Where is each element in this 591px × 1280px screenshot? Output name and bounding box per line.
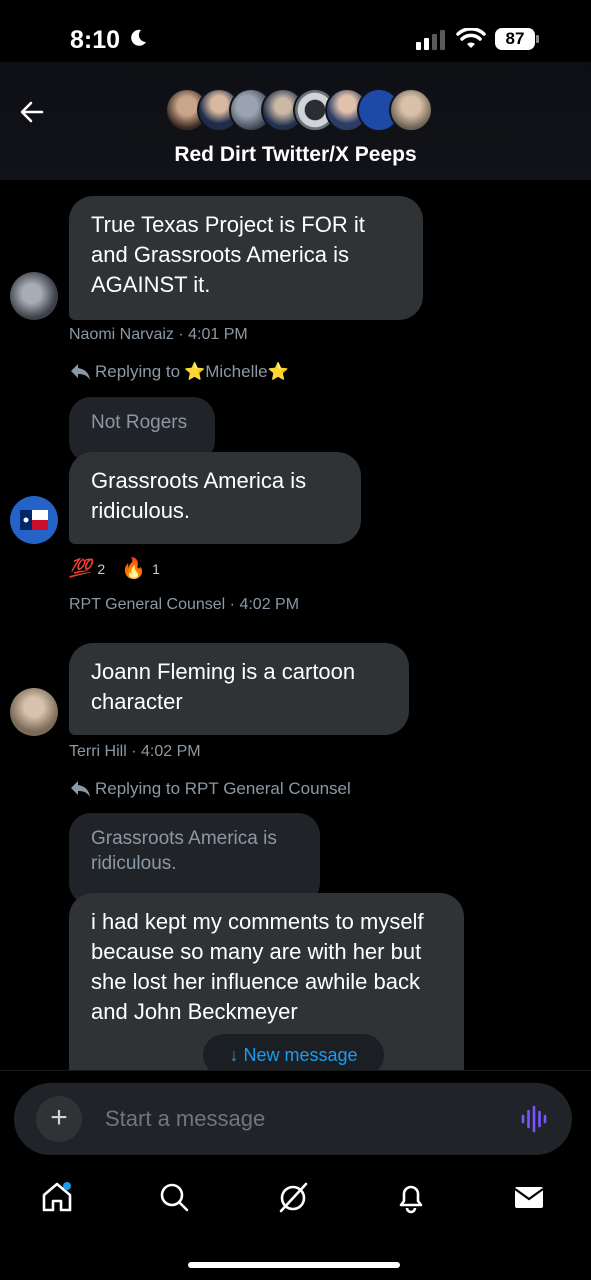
sender-avatar[interactable] xyxy=(10,272,58,320)
messages-icon[interactable] xyxy=(510,1178,548,1216)
replying-to: Replying to RPT General Counsel xyxy=(69,779,351,799)
sender-avatar[interactable] xyxy=(10,688,58,736)
fire-icon[interactable]: 🔥 xyxy=(121,556,146,581)
cellular-signal-icon xyxy=(416,30,445,50)
reply-arrow-icon xyxy=(71,781,90,797)
group-avatars[interactable] xyxy=(165,88,433,132)
grok-icon[interactable] xyxy=(274,1178,312,1216)
status-time: 8:10 xyxy=(70,26,121,54)
replying-name: ⭐Michelle⭐ xyxy=(184,362,289,381)
back-arrow-icon[interactable] xyxy=(18,98,46,126)
reply-arrow-icon xyxy=(71,364,90,380)
search-icon[interactable] xyxy=(155,1178,193,1216)
home-icon[interactable] xyxy=(38,1178,76,1216)
battery-indicator: 87 xyxy=(495,28,535,50)
notifications-icon[interactable] xyxy=(392,1178,430,1216)
avatar xyxy=(389,88,433,132)
reactions[interactable]: 💯 2 🔥 1 xyxy=(69,556,160,581)
moon-icon xyxy=(131,29,146,46)
message-meta: RPT General Counsel · 4:02 PM xyxy=(69,596,300,613)
message-meta: Terri Hill · 4:02 PM xyxy=(69,743,201,760)
battery-nub xyxy=(536,35,539,43)
message-bubble[interactable]: Grassroots America is ridiculous. xyxy=(69,452,361,544)
message-bubble[interactable]: True Texas Project is FOR it and Grassro… xyxy=(69,196,423,320)
wifi-icon xyxy=(456,28,486,48)
home-indicator xyxy=(188,1262,400,1268)
reaction-count: 1 xyxy=(152,560,160,577)
hundred-icon[interactable]: 💯 xyxy=(69,558,91,579)
voice-message-icon[interactable] xyxy=(520,1105,548,1133)
message-input[interactable]: Start a message xyxy=(105,1106,265,1132)
replying-to: Replying to ⭐Michelle⭐ xyxy=(69,362,289,382)
add-media-button[interactable]: + xyxy=(36,1096,82,1142)
texas-flag-icon xyxy=(20,510,48,530)
replying-label: Replying to xyxy=(95,362,181,381)
reaction-count: 2 xyxy=(97,560,106,577)
message-composer[interactable] xyxy=(14,1083,572,1155)
group-name[interactable]: Red Dirt Twitter/X Peeps xyxy=(0,143,591,167)
quoted-message[interactable]: Grassroots America is ridiculous. xyxy=(69,813,320,905)
replying-label: Replying to RPT General Counsel xyxy=(95,779,351,798)
message-bubble[interactable]: Joann Fleming is a cartoon character xyxy=(69,643,409,735)
message-meta: Naomi Narvaiz · 4:01 PM xyxy=(69,326,248,343)
sender-avatar[interactable] xyxy=(10,496,58,544)
